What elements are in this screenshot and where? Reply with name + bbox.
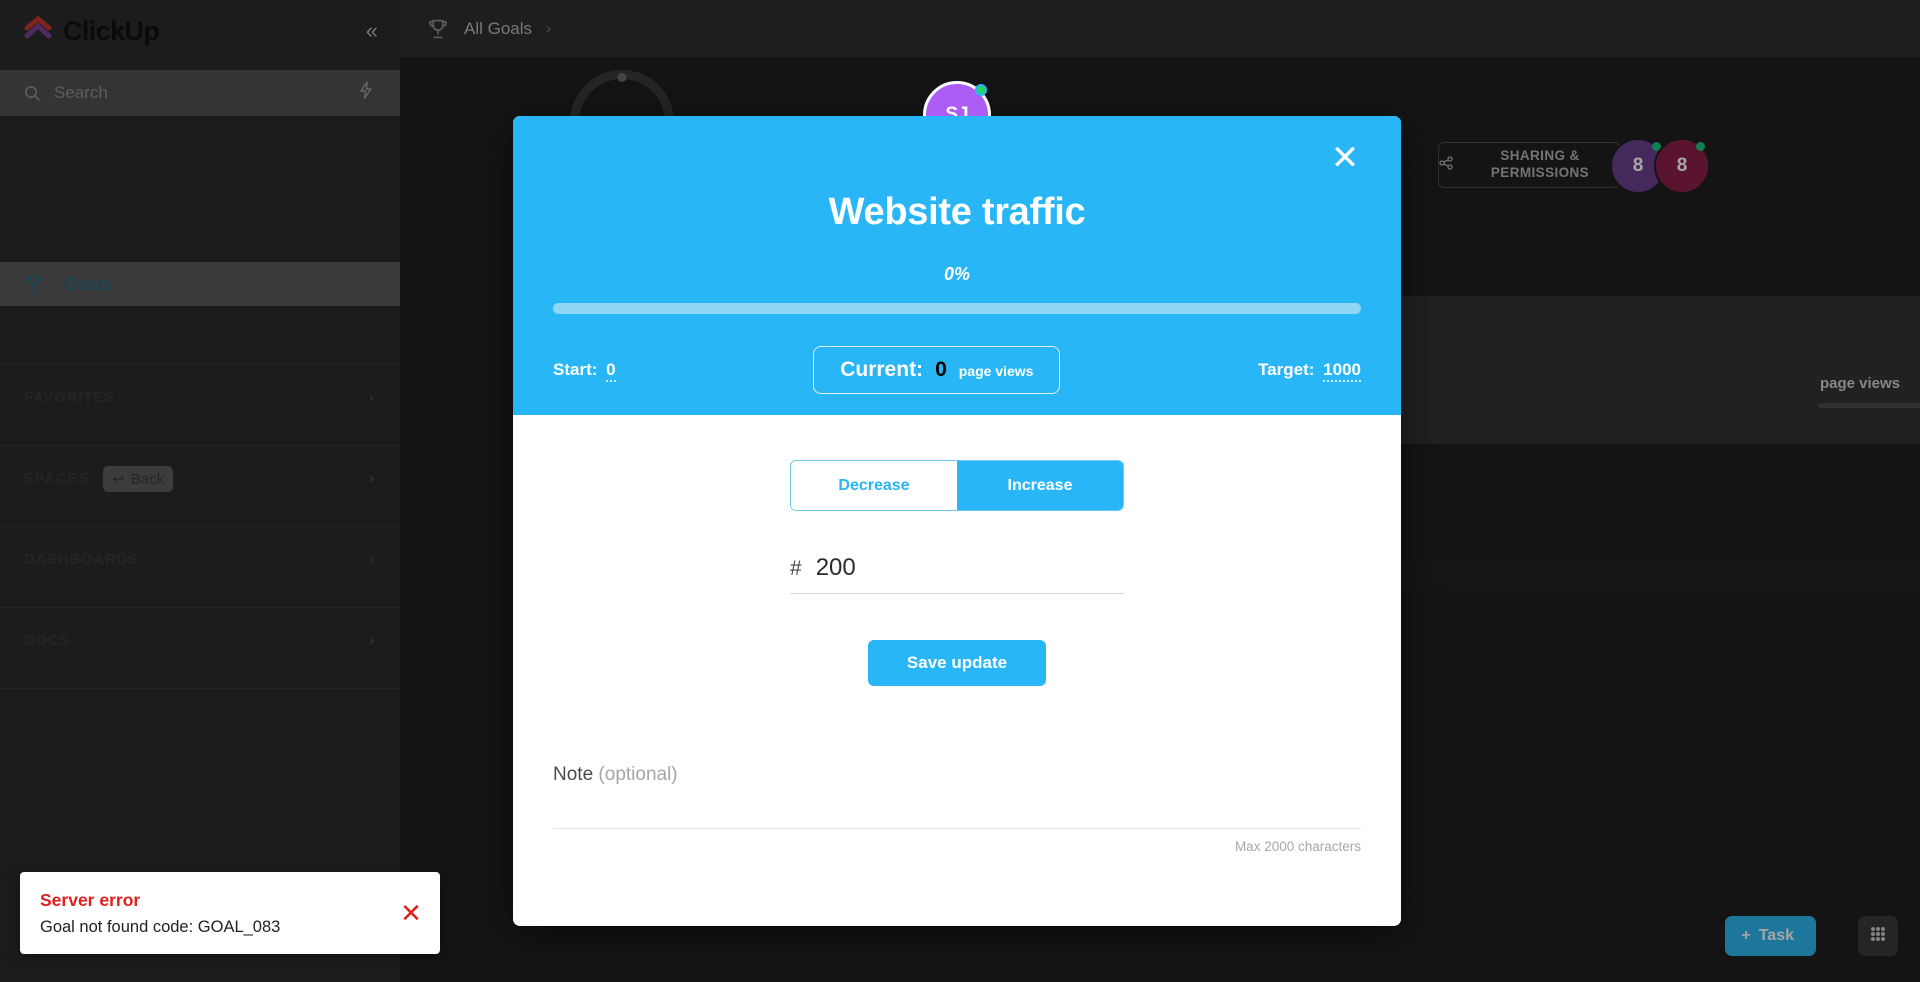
progress-bar [553,303,1361,314]
target-value: 1000 [1323,360,1361,382]
amount-input[interactable]: # 200 [790,554,1124,594]
close-icon[interactable]: ✕ [398,900,424,926]
close-icon[interactable]: ✕ [1325,138,1365,178]
note-input[interactable] [553,828,1361,829]
online-status-dot [975,84,987,96]
save-update-button[interactable]: Save update [868,640,1046,686]
page-title: Website traffic [828,191,1086,233]
modal-body: Decrease Increase # 200 Save update Note… [513,415,1401,854]
max-characters-hint: Max 2000 characters [1234,839,1361,854]
toast-message: Goal not found code: GOAL_083 [40,917,281,936]
screen: ClickUp « Search Home Notifications Puls… [0,0,1920,982]
number-icon: # [790,557,802,580]
modal-header: ✕ Website traffic 0% Start: 0 Current: 0… [513,116,1401,415]
goal-update-modal: SJ ✕ Website traffic 0% Start: 0 Current… [513,81,1401,926]
amount-value: 200 [815,554,856,581]
current-value: 0 [935,358,947,381]
current-stat[interactable]: Current: 0 page views [813,346,1061,394]
progress-percent: 0% [943,264,970,284]
target-stat[interactable]: Target: 1000 [1258,360,1361,382]
current-label: Current: [840,358,924,381]
note-label: Note (optional) [553,764,1361,786]
note-title: Note [553,764,594,785]
increase-button[interactable]: Increase [957,461,1123,510]
note-optional: (optional) [598,764,678,785]
current-unit: page views [958,363,1034,379]
error-toast: Server error Goal not found code: GOAL_0… [20,872,440,954]
direction-toggle: Decrease Increase [790,460,1124,511]
target-label: Target: [1258,360,1315,379]
goal-stats-row: Start: 0 Current: 0 page views Target: 1… [553,346,1361,394]
decrease-button[interactable]: Decrease [791,461,957,510]
start-value: 0 [606,360,616,382]
start-label: Start: [553,360,598,379]
toast-title: Server error [40,889,141,910]
start-stat[interactable]: Start: 0 [553,360,616,382]
